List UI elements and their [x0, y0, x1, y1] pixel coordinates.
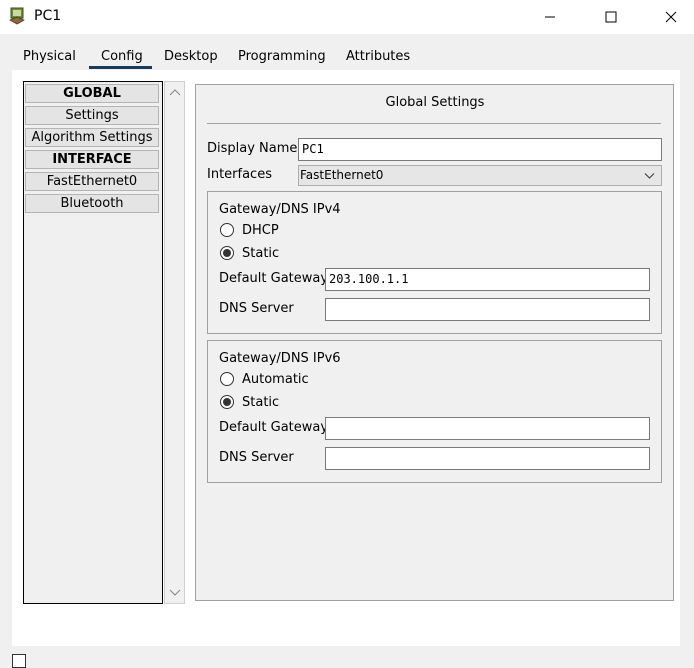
active-tab-indicator: [89, 66, 152, 69]
tab-attributes[interactable]: Attributes: [346, 49, 410, 64]
title-bar: PC1: [0, 0, 694, 34]
sidebar-item-algorithm-settings[interactable]: Algorithm Settings: [25, 128, 159, 147]
title-divider: [207, 123, 661, 124]
tab-programming[interactable]: Programming: [238, 49, 326, 64]
display-name-input[interactable]: PC1: [298, 138, 662, 161]
config-sidebar: GLOBAL Settings Algorithm Settings INTER…: [23, 81, 163, 604]
close-button[interactable]: [642, 0, 694, 34]
panel-title: Global Settings: [385, 95, 485, 110]
interfaces-selected-value: FastEthernet0: [300, 168, 384, 182]
ipv4-static-label: Static: [242, 246, 280, 261]
ipv4-dns-label: DNS Server: [219, 301, 294, 316]
minimize-icon: [545, 16, 555, 18]
ipv6-static-radio[interactable]: [220, 395, 234, 409]
sidebar-scrollbar[interactable]: [164, 81, 185, 604]
interfaces-select[interactable]: FastEthernet0: [298, 165, 662, 186]
display-name-label: Display Name: [207, 141, 298, 156]
scroll-up-icon[interactable]: [169, 87, 181, 97]
pc-app-icon: [9, 7, 25, 25]
ipv4-dns-input[interactable]: [325, 298, 650, 321]
ipv4-dhcp-radio[interactable]: [220, 223, 234, 237]
tab-config[interactable]: Config: [101, 49, 143, 64]
close-icon: [665, 11, 677, 23]
ipv6-gateway-label: Default Gateway: [219, 420, 329, 435]
ipv6-dns-label: DNS Server: [219, 450, 294, 465]
ipv6-group-title: Gateway/DNS IPv6: [219, 351, 341, 366]
tab-physical[interactable]: Physical: [23, 49, 76, 64]
scroll-down-icon[interactable]: [169, 588, 181, 598]
interfaces-label: Interfaces: [207, 167, 272, 182]
ipv6-automatic-label: Automatic: [242, 372, 309, 387]
chevron-down-icon: [644, 173, 655, 179]
ipv4-gateway-input[interactable]: 203.100.1.1: [325, 268, 650, 291]
minimize-button[interactable]: [521, 0, 579, 34]
tab-bar: Physical Config Desktop Programming Attr…: [0, 34, 694, 70]
sidebar-item-bluetooth[interactable]: Bluetooth: [25, 194, 159, 213]
ipv4-gateway-label: Default Gateway: [219, 271, 329, 286]
sidebar-item-fastethernet0[interactable]: FastEthernet0: [25, 172, 159, 191]
top-checkbox[interactable]: [12, 654, 26, 668]
ipv6-automatic-radio[interactable]: [220, 372, 234, 386]
sidebar-item-settings[interactable]: Settings: [25, 106, 159, 125]
ipv6-dns-input[interactable]: [325, 447, 650, 470]
ipv4-dhcp-label: DHCP: [242, 223, 279, 238]
ipv4-static-radio[interactable]: [220, 246, 234, 260]
sidebar-header-global: GLOBAL: [25, 84, 159, 103]
tab-desktop[interactable]: Desktop: [164, 49, 218, 64]
maximize-button[interactable]: [582, 0, 640, 34]
sidebar-header-interface: INTERFACE: [25, 150, 159, 169]
window-title: PC1: [34, 8, 62, 24]
ipv4-group-title: Gateway/DNS IPv4: [219, 202, 341, 217]
ipv6-static-label: Static: [242, 395, 280, 410]
ipv6-gateway-input[interactable]: [325, 417, 650, 440]
maximize-icon: [605, 11, 617, 23]
